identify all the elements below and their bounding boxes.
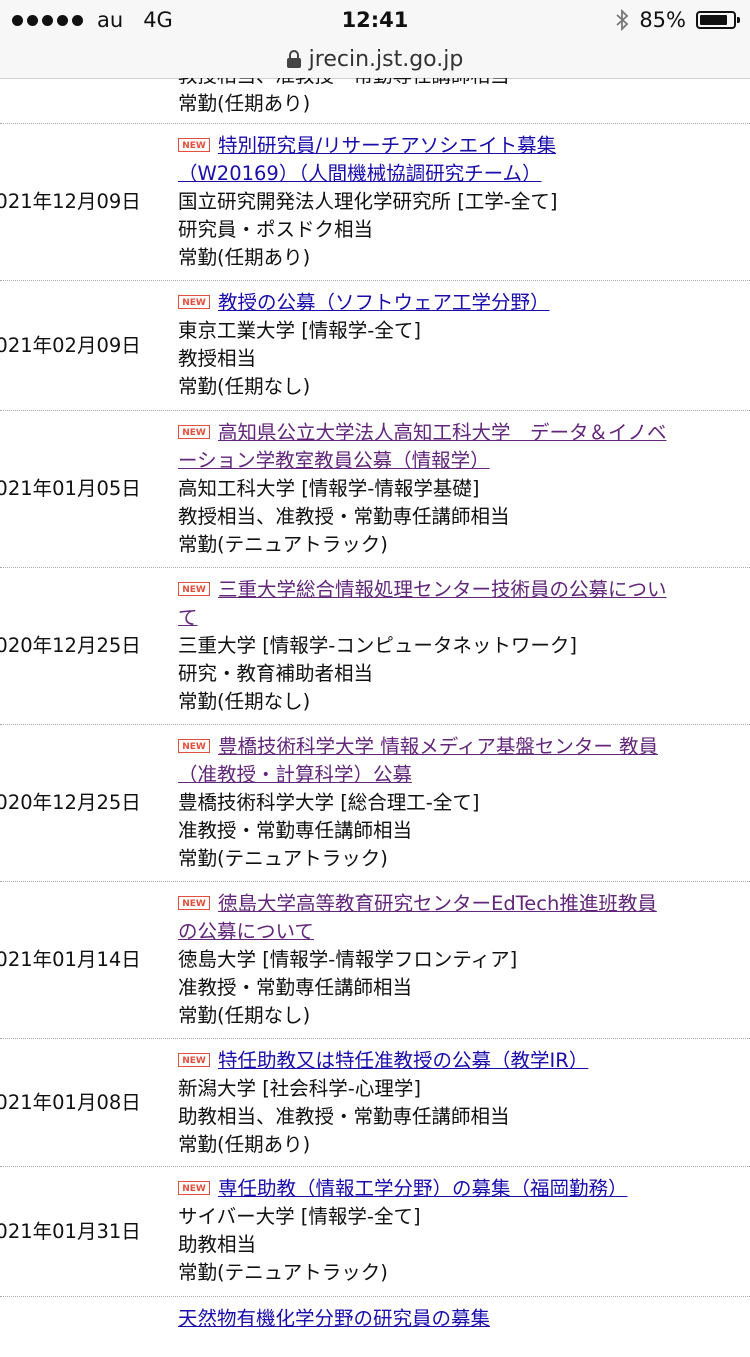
entry-title-line: 専任助教（情報工学分野）の募集（福岡勤務） <box>218 1177 628 1200</box>
new-badge-icon: NEW <box>178 294 210 309</box>
url-bar[interactable]: jrecin.jst.go.jp <box>0 40 750 79</box>
entry-date: 2021年01月08日 <box>0 1090 141 1114</box>
list-item: 2021年01月14日 NEW 徳島大学高等教育研究センターEdTech推進班教員… <box>0 882 750 1039</box>
entry-title-line: 高知県公立大学法人高知工科大学 データ＆イノベ <box>218 421 667 444</box>
entry-title-link[interactable]: NEW 高知県公立大学法人高知工科大学 データ＆イノベ ーション学教室教員公募（情… <box>178 421 667 472</box>
entry-date: 2021年12月09日 <box>0 190 141 213</box>
entry-date: 2020年12月25日 <box>0 634 141 657</box>
entry-institution: 新潟大学 [社会科学-心理学] <box>178 1077 421 1100</box>
new-badge-icon: NEW <box>178 738 210 753</box>
new-badge-icon: NEW <box>178 1180 210 1195</box>
list-item: 2021年02月09日 NEW 教授の公募（ソフトウェア工学分野） 東京工業大学 … <box>0 281 750 411</box>
entry-position: 助教相当、准教授・常勤専任講師相当 <box>178 1105 510 1128</box>
list-item: 2020年12月25日 NEW 豊橋技術科学大学 情報メディア基盤センター 教員 … <box>0 725 750 882</box>
list-item-partial: 教授相当、准教授・常勤専任講師相当 常勤(任期あり) <box>0 78 750 124</box>
entry-title-line: 三重大学総合情報処理センター技術員の公募につい <box>218 578 667 601</box>
entry-date: 2020年12月25日 <box>0 791 141 814</box>
entry-employment: 常勤(テニュアトラック) <box>178 847 388 870</box>
bluetooth-icon <box>616 9 629 31</box>
entry-date: 2021年01月31日 <box>0 1219 141 1243</box>
entry-title-line: 豊橋技術科学大学 情報メディア基盤センター 教員 <box>218 735 659 758</box>
entry-employment: 常勤(テニュアトラック) <box>178 533 388 556</box>
entry-position: 教授相当、准教授・常勤専任講師相当 <box>178 505 510 528</box>
entry-title-link[interactable]: NEW 専任助教（情報工学分野）の募集（福岡勤務） <box>178 1177 628 1200</box>
entry-position: 研究・教育補助者相当 <box>178 662 374 685</box>
battery-icon <box>696 11 740 29</box>
battery-percent: 85% <box>639 8 686 32</box>
entry-employment: 常勤(任期あり) <box>178 246 311 269</box>
list-item: 2021年01月31日 NEW 専任助教（情報工学分野）の募集（福岡勤務） サイバ… <box>0 1167 750 1297</box>
entry-institution: 東京工業大学 [情報学-全て] <box>178 319 421 342</box>
entry-employment: 常勤(任期あり) <box>178 92 311 115</box>
entry-title-line: て <box>178 606 198 629</box>
entry-title-line: 教授の公募（ソフトウェア工学分野） <box>218 291 550 314</box>
entry-date: 2021年01月14日 <box>0 948 141 971</box>
entry-title-line: 特別研究員/リサーチアソシエイト募集 <box>218 134 557 157</box>
entry-institution: サイバー大学 [情報学-全て] <box>178 1205 421 1228</box>
entry-title-link[interactable]: NEW 特任助教又は特任准教授の公募（教学IR） <box>178 1049 588 1072</box>
entry-title-line: （准教授・計算科学）公募 <box>178 763 413 786</box>
entry-title-line: 特任助教又は特任准教授の公募（教学IR） <box>218 1049 589 1072</box>
entry-title-line: 天然物有機化学分野の研究員の募集 <box>178 1307 491 1330</box>
entry-title-link[interactable]: NEW 教授の公募（ソフトウェア工学分野） <box>178 291 550 314</box>
entry-employment: 常勤(任期あり) <box>178 1133 311 1156</box>
entry-position: 助教相当 <box>178 1233 257 1256</box>
status-bar: au 4G 12:41 85% <box>0 0 750 40</box>
entry-date: 2021年01月05日 <box>0 477 141 500</box>
lock-icon <box>286 50 301 68</box>
entry-employment: 常勤(任期なし) <box>178 1004 311 1027</box>
entry-institution: 高知工科大学 [情報学-情報学基礎] <box>178 477 480 500</box>
job-list: 教授相当、准教授・常勤専任講師相当 常勤(任期あり) 2021年12月09日 N… <box>0 78 750 1357</box>
battery-fill <box>700 15 727 25</box>
entry-institution: 豊橋技術科学大学 [総合理工-全て] <box>178 791 480 814</box>
entry-title-line: （W20169）（人間機械協調研究チーム） <box>178 162 542 185</box>
entry-title-link[interactable]: NEW 徳島大学高等教育研究センターEdTech推進班教員 の公募について <box>178 892 657 943</box>
list-item: 2021年01月08日 NEW 特任助教又は特任准教授の公募（教学IR） 新潟大学… <box>0 1039 750 1167</box>
new-badge-icon: NEW <box>178 1052 210 1067</box>
entry-position: 准教授・常勤専任講師相当 <box>178 819 413 842</box>
entry-position: 准教授・常勤専任講師相当 <box>178 976 413 999</box>
entry-position: 研究員・ポスドク相当 <box>178 218 374 241</box>
entry-title-line: ーション学教室教員公募（情報学） <box>178 449 490 472</box>
entry-title-line: の公募について <box>178 920 314 943</box>
status-right: 85% <box>615 8 740 32</box>
new-badge-icon: NEW <box>178 581 210 596</box>
list-item: 2021年12月09日 NEW 特別研究員/リサーチアソシエイト募集 （W2016… <box>0 124 750 281</box>
url-host[interactable]: jrecin.jst.go.jp <box>309 47 464 72</box>
entry-date: 2021年02月09日 <box>0 333 141 357</box>
entry-institution: 徳島大学 [情報学-情報学フロンティア] <box>178 948 518 971</box>
new-badge-icon: NEW <box>178 424 210 439</box>
entry-title-line: 徳島大学高等教育研究センターEdTech推進班教員 <box>218 892 657 915</box>
entry-title-link[interactable]: NEW 三重大学総合情報処理センター技術員の公募につい て <box>178 578 667 629</box>
entry-institution: 国立研究開発法人理化学研究所 [工学-全て] <box>178 190 558 213</box>
entry-title-link[interactable]: NEW 豊橋技術科学大学 情報メディア基盤センター 教員 （准教授・計算科学）公募 <box>178 735 658 786</box>
list-item: 2021年01月05日 NEW 高知県公立大学法人高知工科大学 データ＆イノベ ー… <box>0 411 750 568</box>
entry-employment: 常勤(テニュアトラック) <box>178 1261 388 1284</box>
entry-employment: 常勤(任期なし) <box>178 690 311 713</box>
entry-title-link[interactable]: 天然物有機化学分野の研究員の募集 <box>178 1307 490 1330</box>
new-badge-icon: NEW <box>178 137 210 152</box>
entry-title-link[interactable]: NEW 特別研究員/リサーチアソシエイト募集 （W20169）（人間機械協調研究チ… <box>178 134 556 185</box>
list-item: 2020年12月25日 NEW 三重大学総合情報処理センター技術員の公募につい て… <box>0 568 750 725</box>
new-badge-icon: NEW <box>178 895 210 910</box>
entry-employment: 常勤(任期なし) <box>178 375 311 398</box>
list-item: 天然物有機化学分野の研究員の募集 <box>0 1297 750 1357</box>
entry-position: 教授相当 <box>178 347 257 370</box>
entry-position: 教授相当、准教授・常勤専任講師相当 <box>178 78 730 90</box>
entry-institution: 三重大学 [情報学-コンピュータネットワーク] <box>178 634 577 657</box>
